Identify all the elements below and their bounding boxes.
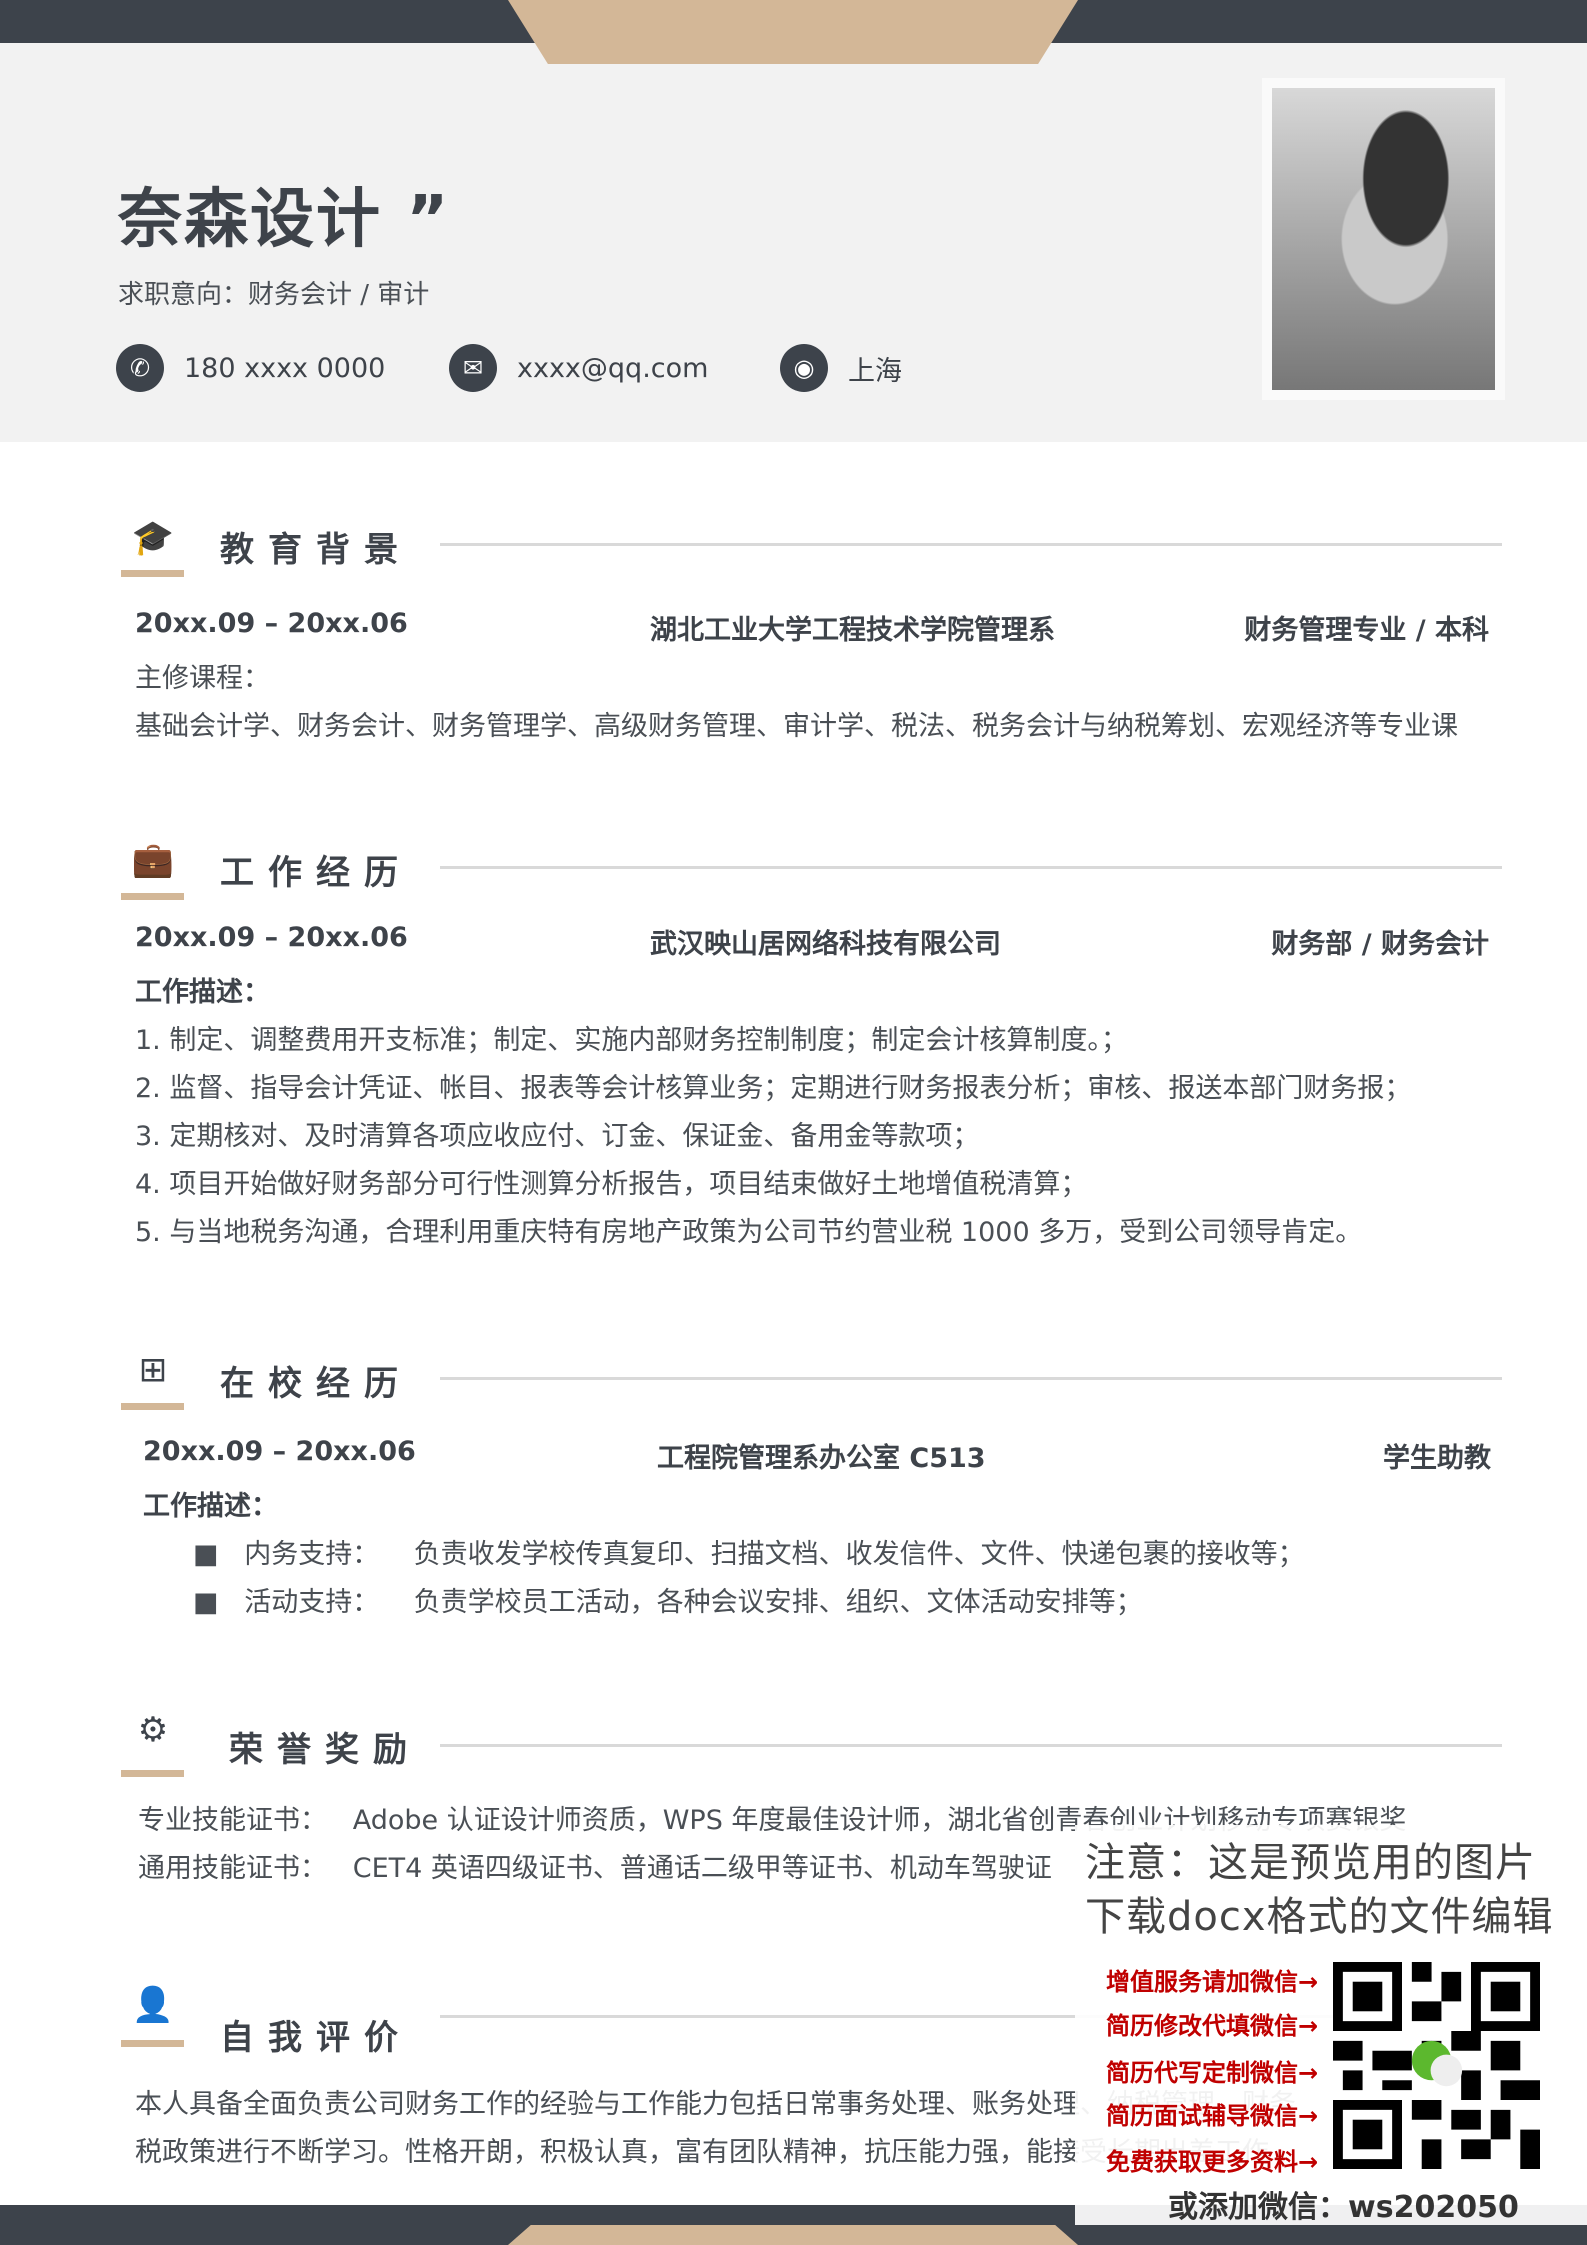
phone-text: 180 xxxx 0000 [184, 352, 386, 384]
section-divider [440, 866, 1502, 869]
section-accent [121, 1403, 184, 1410]
campus-item: ■ 活动支持： 负责学校员工活动，各种会议安排、组织、文体活动安排等； [193, 1580, 1143, 1619]
contact-city: ◉ 上海 [780, 344, 902, 392]
service-link[interactable]: 简历代写定制微信→ [1106, 2053, 1318, 2088]
honor-key: 通用技能证书： [138, 1853, 327, 1884]
section-accent [121, 2040, 184, 2047]
work-desc-label: 工作描述： [135, 977, 270, 1008]
campus-title: 在校经历 [220, 1364, 412, 1404]
section-accent [121, 893, 184, 900]
campus-role: 学生助教 [1383, 1443, 1491, 1474]
edu-school: 湖北工业大学工程技术学院管理系 [650, 615, 1055, 646]
candidate-name: 奈森设计 ” [118, 183, 451, 257]
gear-icon: ⚙ [137, 1710, 169, 1750]
work-item: 5. 与当地税务沟通，合理利用重庆特有房地产政策为公司节约营业税 1000 多万… [135, 1217, 1363, 1248]
section-accent [121, 570, 184, 577]
course-list: 基础会计学、财务会计、财务管理学、高级财务管理、审计学、税法、税务会计与纳税筹划… [135, 711, 1458, 742]
edu-major: 财务管理专业 / 本科 [1244, 615, 1489, 646]
location-pin-icon: ◉ [780, 344, 828, 392]
course-label: 主修课程： [135, 663, 270, 694]
section-divider [440, 543, 1502, 546]
person-icon: 👤 [131, 1985, 175, 2025]
phone-icon: ✆ [116, 344, 164, 392]
campus-desc-label: 工作描述： [143, 1491, 278, 1522]
honor-value: CET4 英语四级证书、普通话二级甲等证书、机动车驾驶证 [352, 1853, 1052, 1884]
work-date: 20xx.09 – 20xx.06 [135, 922, 408, 953]
work-role: 财务部 / 财务会计 [1271, 929, 1489, 960]
city-text: 上海 [848, 355, 902, 387]
honors-title: 荣誉奖励 [229, 1730, 421, 1770]
campus-date: 20xx.09 – 20xx.06 [143, 1436, 416, 1467]
work-item: 1. 制定、调整费用开支标准；制定、实施内部财务控制制度；制定会计核算制度。； [135, 1025, 1128, 1056]
item-key: 活动支持： [244, 1587, 380, 1618]
watermark-line: 下载docx格式的文件编辑 [1085, 1894, 1554, 1940]
mail-icon: ✉ [449, 344, 497, 392]
top-accent [508, 0, 1078, 64]
contact-phone: ✆ 180 xxxx 0000 [116, 344, 385, 392]
work-item: 2. 监督、指导会计凭证、帐目、报表等会计核算业务；定期进行财务报表分析；审核、… [135, 1073, 1412, 1104]
honor-row: 通用技能证书： CET4 英语四级证书、普通话二级甲等证书、机动车驾驶证 [138, 1846, 1052, 1885]
work-company: 武汉映山居网络科技有限公司 [650, 929, 1001, 960]
briefcase-icon: 💼 [131, 840, 175, 880]
self-title: 自我评价 [220, 2018, 412, 2058]
qr-code [1333, 1962, 1540, 2169]
graduation-cap-icon: 🎓 [131, 518, 175, 558]
profile-photo [1262, 78, 1505, 400]
item-value: 负责收发学校传真复印、扫描文档、收发信件、文件、快递包裹的接收等； [413, 1539, 1305, 1570]
email-text: xxxx@qq.com [517, 352, 709, 384]
work-title: 工作经历 [220, 853, 412, 893]
service-link[interactable]: 免费获取更多资料→ [1106, 2142, 1318, 2177]
honor-key: 专业技能证书： [138, 1805, 327, 1836]
bottom-accent [508, 2225, 1078, 2245]
windows-icon: ⊞ [138, 1350, 168, 1390]
campus-item: ■ 内务支持： 负责收发学校传真复印、扫描文档、收发信件、文件、快递包裹的接收等… [193, 1532, 1305, 1571]
service-link[interactable]: 简历修改代填微信→ [1106, 2006, 1318, 2041]
edu-date: 20xx.09 – 20xx.06 [135, 608, 408, 639]
service-link[interactable]: 简历面试辅导微信→ [1106, 2096, 1318, 2131]
item-key: 内务支持： [244, 1539, 380, 1570]
work-item: 4. 项目开始做好财务部分可行性测算分析报告，项目结束做好土地增值税清算； [135, 1169, 1088, 1200]
section-divider [440, 1377, 1502, 1380]
service-link[interactable]: 增值服务请加微信→ [1106, 1962, 1318, 1997]
contact-email: ✉ xxxx@qq.com [449, 344, 708, 392]
wechat-id: 或添加微信：ws202050 [1168, 2190, 1519, 2225]
section-accent [121, 1770, 184, 1777]
section-divider [440, 1744, 1502, 1747]
education-title: 教育背景 [220, 530, 412, 570]
campus-place: 工程院管理系办公室 C513 [657, 1443, 986, 1474]
work-item: 3. 定期核对、及时清算各项应收应付、订金、保证金、备用金等款项； [135, 1121, 980, 1152]
watermark-line: 注意：这是预览用的图片 [1085, 1840, 1536, 1886]
job-intent: 求职意向：财务会计 / 审计 [118, 280, 430, 310]
bullet-square-icon: ■ [193, 1539, 219, 1570]
bullet-square-icon: ■ [193, 1587, 219, 1618]
item-value: 负责学校员工活动，各种会议安排、组织、文体活动安排等； [413, 1587, 1143, 1618]
